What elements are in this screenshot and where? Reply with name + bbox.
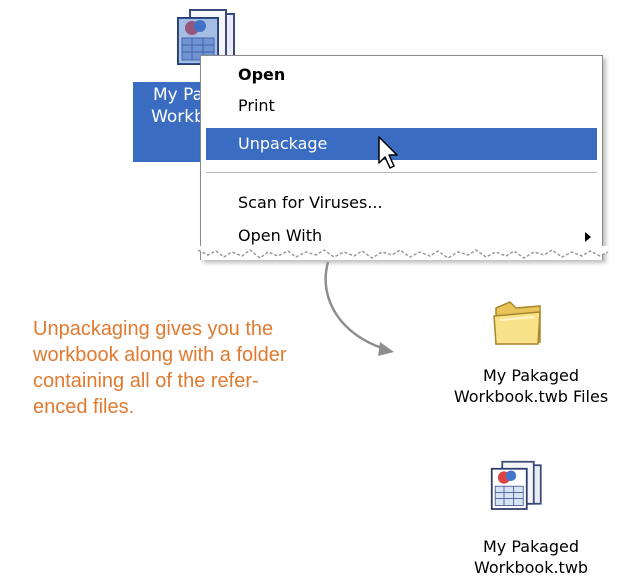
folder-icon[interactable] (490, 298, 546, 348)
workbook-icon[interactable] (490, 460, 546, 516)
menu-item-print[interactable]: Print (206, 91, 597, 121)
callout-text: Unpackaging gives you the workbook along… (33, 316, 323, 420)
workbook-label-line1: My Pakaged (482, 537, 580, 556)
callout-line-3: containing all of the refer- (33, 370, 259, 392)
menu-separator (206, 172, 597, 173)
workbook-label[interactable]: My Pakaged Workbook.twb (436, 536, 624, 578)
callout-line-4: enced files. (33, 396, 135, 418)
callout-line-1: Unpackaging gives you the (33, 318, 274, 340)
callout-line-2: workbook along with a folder (33, 344, 287, 366)
menu-item-unpackage[interactable]: Unpackage (206, 128, 597, 160)
workbook-label-line2: Workbook.twb (473, 558, 589, 577)
folder-label-line1: My Pakaged (482, 366, 580, 385)
submenu-arrow-icon (585, 232, 591, 242)
menu-item-open[interactable]: Open (206, 60, 597, 90)
context-menu: Open Print Unpackage Scan for Viruses...… (200, 55, 603, 260)
menu-item-scan-for-viruses[interactable]: Scan for Viruses... (206, 188, 597, 218)
menu-item-open-with-label: Open With (238, 226, 323, 245)
mouse-cursor-icon (378, 136, 398, 169)
folder-label-line2: Workbook.twb Files (453, 387, 609, 406)
folder-label[interactable]: My Pakaged Workbook.twb Files (436, 365, 624, 407)
